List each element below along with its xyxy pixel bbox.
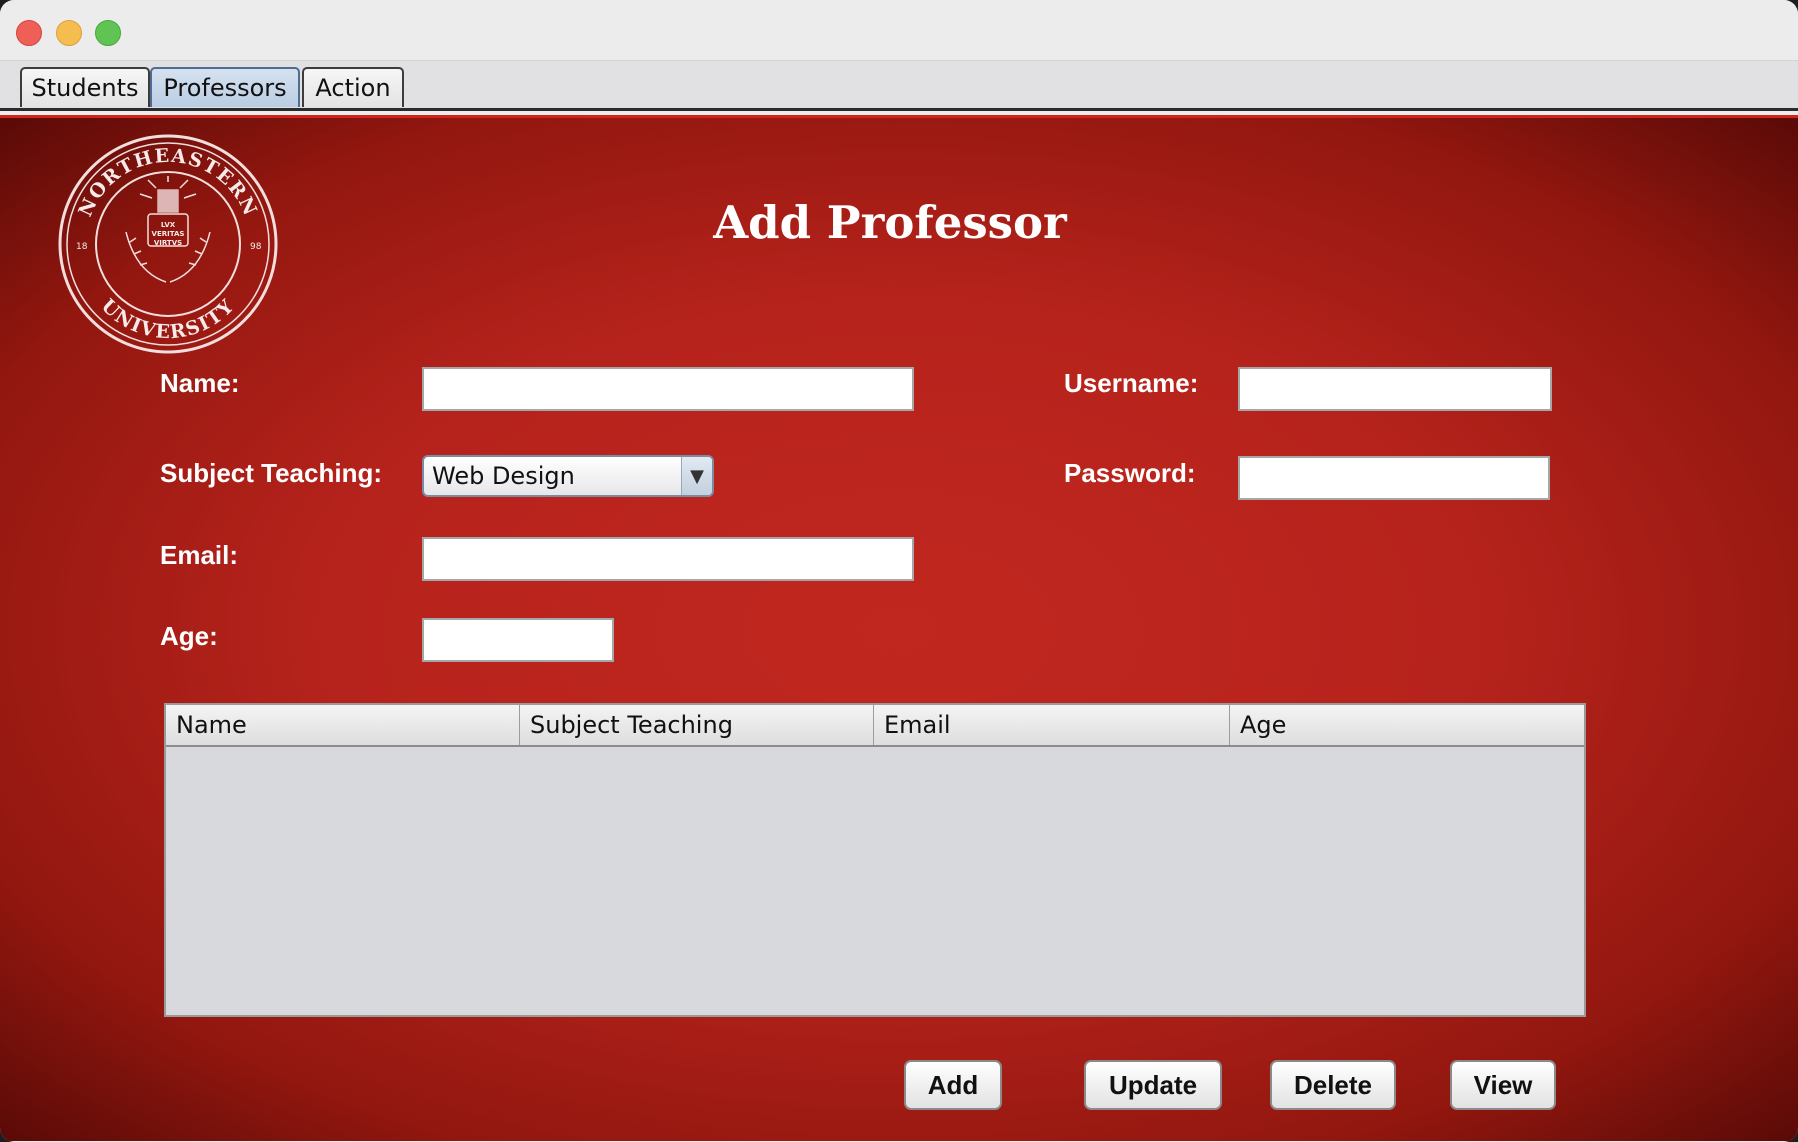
column-header-subject-teaching[interactable]: Subject Teaching (520, 705, 874, 745)
seal-motto-3: VIRTVS (154, 239, 182, 247)
table-body[interactable] (166, 747, 1584, 1017)
svg-text:UNIVERSITY: UNIVERSITY (97, 295, 239, 344)
table-header: Name Subject Teaching Email Age (166, 705, 1584, 747)
column-header-name[interactable]: Name (166, 705, 520, 745)
tab-professors[interactable]: Professors (150, 67, 300, 107)
column-header-email[interactable]: Email (874, 705, 1230, 745)
close-window-icon[interactable] (16, 20, 42, 46)
tab-action[interactable]: Action (302, 67, 404, 107)
subject-teaching-select[interactable]: Web Design ▼ (422, 455, 714, 497)
seal-motto-2: VERITAS (152, 230, 185, 238)
title-bar (0, 0, 1798, 61)
update-button[interactable]: Update (1084, 1060, 1222, 1110)
subject-teaching-value: Web Design (432, 462, 575, 490)
page-title: Add Professor (713, 196, 1067, 249)
university-seal-logo: NORTHEASTERN UNIVERSITY 18 98 LVX VERITA… (58, 134, 278, 354)
username-field[interactable] (1238, 367, 1552, 411)
minimize-window-icon[interactable] (56, 20, 82, 46)
zoom-window-icon[interactable] (95, 20, 121, 46)
password-field[interactable] (1238, 456, 1550, 500)
view-button[interactable]: View (1450, 1060, 1556, 1110)
seal-year-right: 98 (250, 242, 262, 252)
username-label: Username: (1064, 368, 1199, 398)
seal-motto-1: LVX (161, 221, 176, 229)
subject-teaching-label: Subject Teaching: (160, 458, 382, 488)
name-label: Name: (160, 368, 240, 398)
professors-table[interactable]: Name Subject Teaching Email Age (164, 703, 1586, 1017)
add-button[interactable]: Add (904, 1060, 1002, 1110)
add-professor-panel: NORTHEASTERN UNIVERSITY 18 98 LVX VERITA… (0, 115, 1798, 1141)
name-field[interactable] (422, 367, 914, 411)
email-field[interactable] (422, 537, 914, 581)
seal-bottom-text: UNIVERSITY (97, 295, 238, 344)
age-field[interactable] (422, 618, 614, 662)
password-label: Password: (1064, 458, 1196, 488)
delete-button[interactable]: Delete (1270, 1060, 1396, 1110)
seal-emblem-icon (125, 176, 211, 283)
column-header-age[interactable]: Age (1230, 705, 1584, 745)
email-label: Email: (160, 540, 239, 570)
age-label: Age: (160, 621, 218, 651)
tab-strip: Students Professors Action (0, 61, 1798, 111)
chevron-down-icon[interactable]: ▼ (681, 457, 712, 495)
tab-students[interactable]: Students (20, 67, 150, 107)
app-window: Students Professors Action NORTHEASTERN … (0, 0, 1798, 1142)
seal-year-left: 18 (76, 242, 88, 252)
tab-divider (0, 108, 1798, 111)
